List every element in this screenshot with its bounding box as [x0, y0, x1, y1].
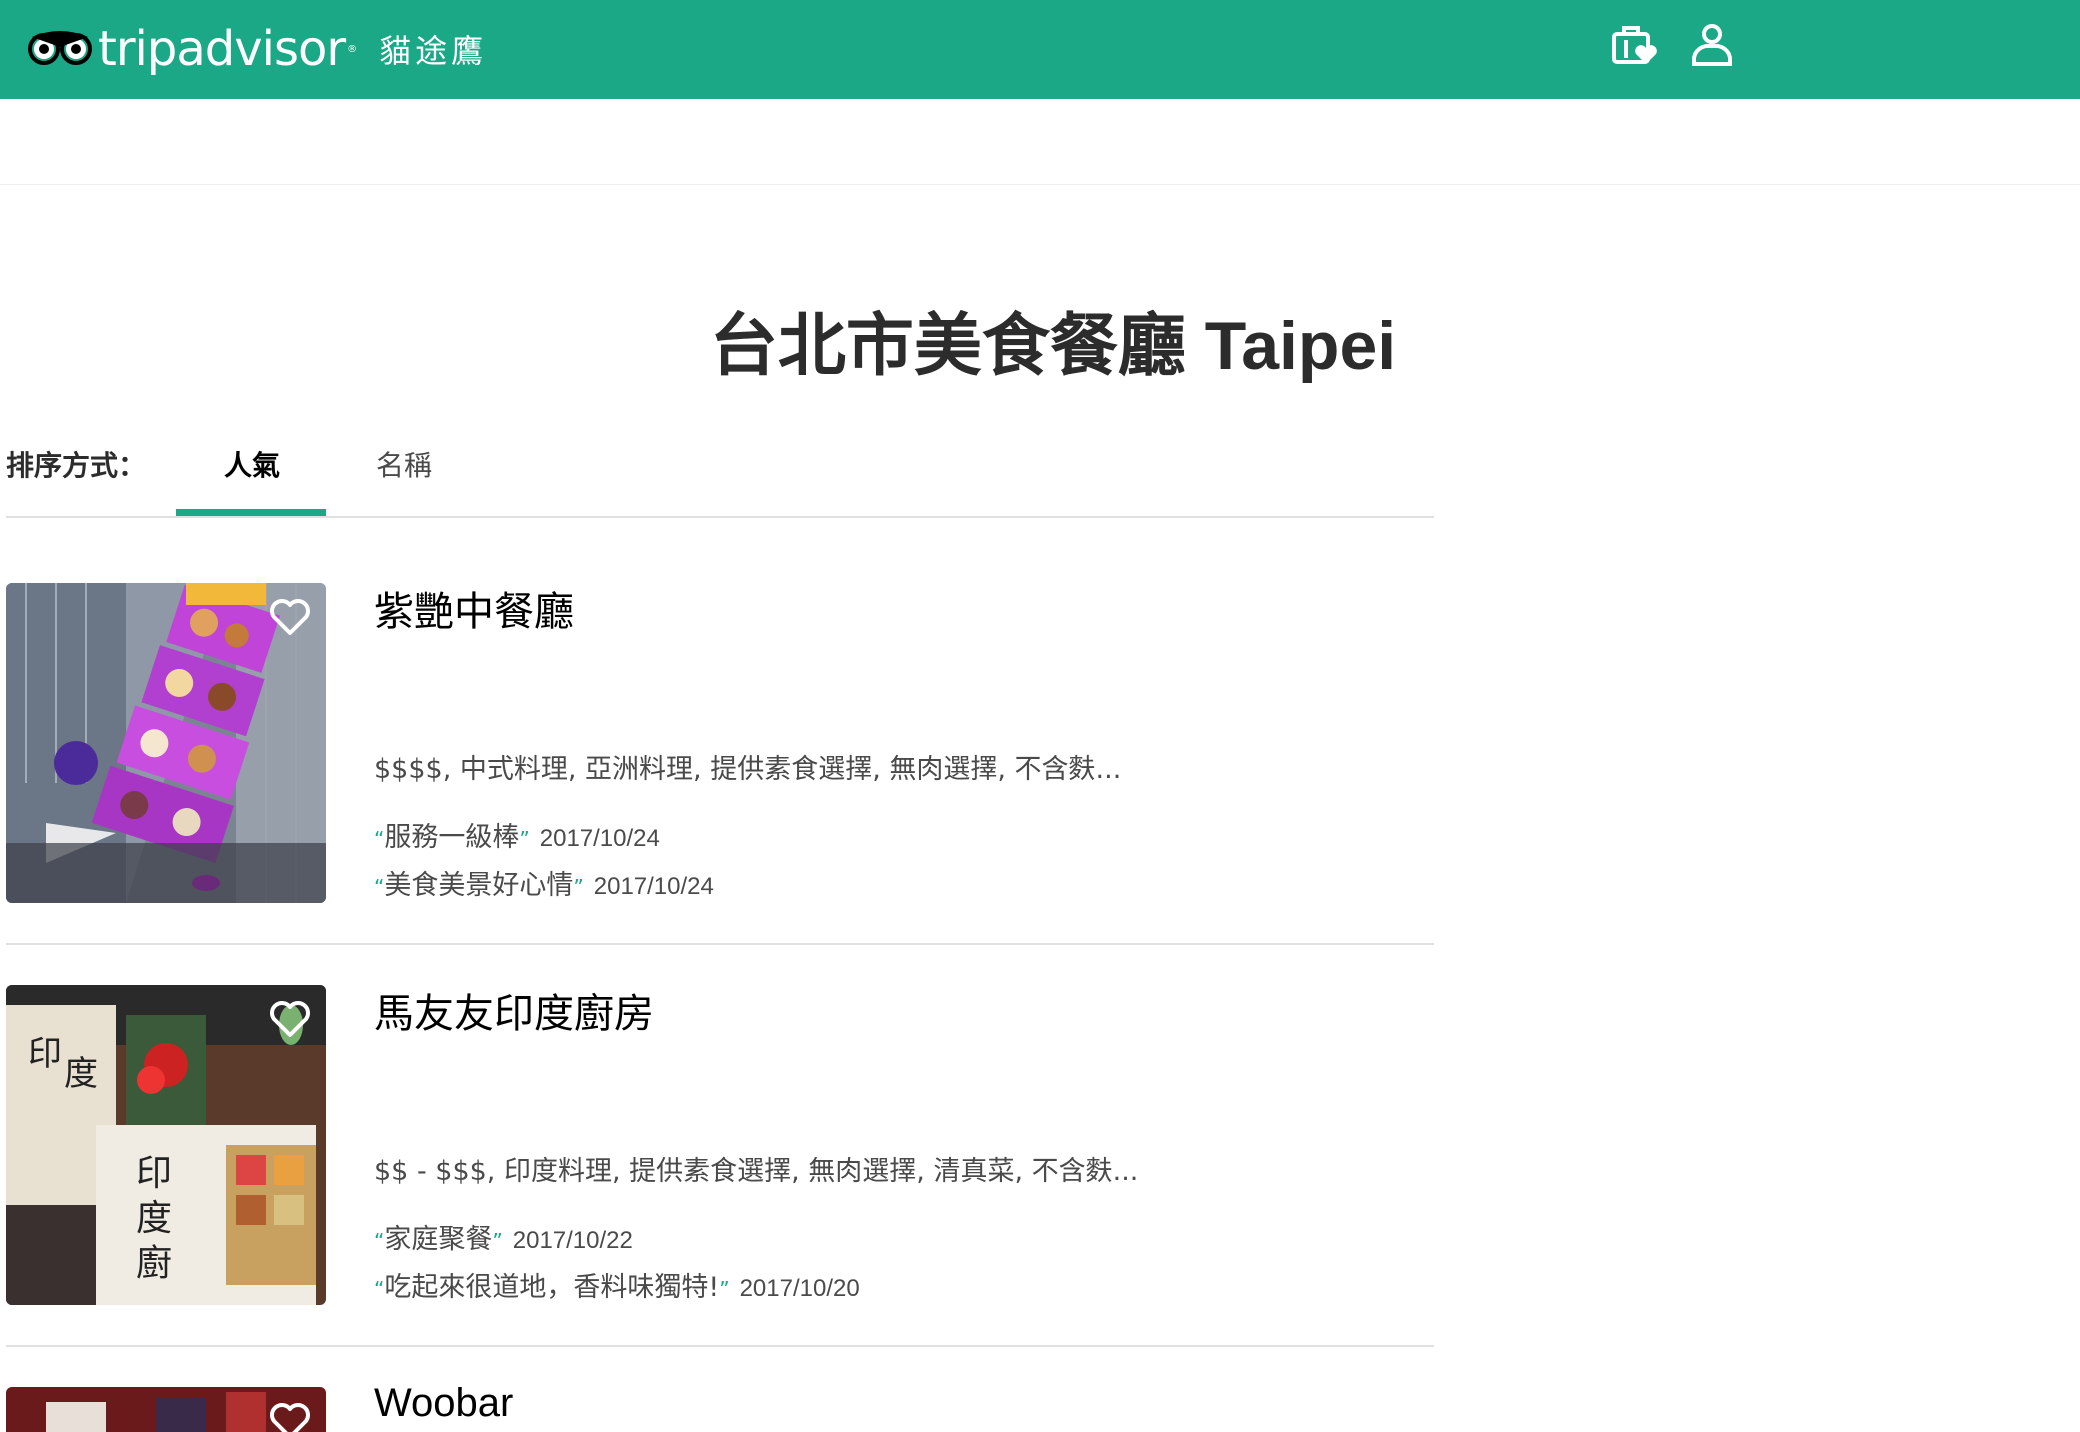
review-text[interactable]: 吃起來很道地，香料味獨特!	[384, 1272, 719, 1303]
quote-open: “	[374, 875, 385, 899]
review-snippet: “家庭聚餐” 2017/10/22	[374, 1217, 633, 1256]
svg-text:印: 印	[28, 1034, 62, 1074]
restaurant-details: $$$$, 中式料理, 亞洲料理, 提供素食選擇, 無肉選擇, 不含麩...	[374, 754, 1122, 785]
review-date: 2017/10/24	[593, 873, 714, 900]
page-title: 台北市美食餐廳 Taipei	[709, 308, 1397, 384]
restaurant-photo[interactable]: 印 度 印 度 廚	[6, 985, 326, 1305]
quote-close: ”	[719, 1277, 730, 1301]
listing-divider	[6, 943, 1434, 945]
svg-text:廚: 廚	[136, 1243, 172, 1284]
sort-label: 排序方式：	[6, 449, 147, 482]
review-text[interactable]: 家庭聚餐	[384, 1224, 492, 1255]
top-navigation-bar: tripadvisor ® 貓途鷹	[0, 0, 2080, 99]
review-text[interactable]: 服務一級棒	[384, 822, 519, 853]
review-text[interactable]: 美食美景好心情	[384, 870, 573, 901]
svg-text:度: 度	[64, 1054, 98, 1094]
owl-logo-icon	[28, 27, 92, 71]
listing-divider	[6, 1345, 1434, 1347]
sort-tab-popularity[interactable]: 人氣	[224, 444, 280, 484]
review-snippet: “美食美景好心情” 2017/10/24	[374, 863, 714, 902]
restaurant-photo[interactable]	[6, 1387, 326, 1432]
restaurant-name[interactable]: 馬友友印度廚房	[374, 981, 654, 1039]
review-date: 2017/10/22	[512, 1227, 633, 1254]
quote-open: “	[374, 1229, 385, 1253]
save-heart-icon[interactable]	[268, 999, 312, 1039]
user-icon[interactable]	[1686, 20, 1738, 72]
brand-name: tripadvisor	[98, 21, 346, 77]
restaurant-details: $$ - $$$, 印度料理, 提供素食選擇, 無肉選擇, 清真菜, 不含麩..…	[374, 1156, 1139, 1187]
sort-divider	[6, 516, 1434, 518]
restaurant-photo[interactable]	[6, 583, 326, 903]
review-date: 2017/10/20	[739, 1275, 860, 1302]
restaurant-name[interactable]: 紫艷中餐廳	[374, 579, 574, 637]
svg-text:印: 印	[136, 1153, 172, 1194]
save-heart-icon[interactable]	[268, 1401, 312, 1432]
registered-mark: ®	[347, 43, 358, 55]
quote-open: “	[374, 1277, 385, 1301]
quote-close: ”	[519, 827, 530, 851]
header-divider	[0, 184, 2080, 185]
quote-open: “	[374, 827, 385, 851]
review-snippet: “服務一級棒” 2017/10/24	[374, 815, 660, 854]
save-heart-icon[interactable]	[268, 597, 312, 637]
review-date: 2017/10/24	[539, 825, 660, 852]
tripadvisor-logo[interactable]: tripadvisor ® 貓途鷹	[28, 14, 487, 84]
review-snippet: “吃起來很道地，香料味獨特!” 2017/10/20	[374, 1265, 860, 1304]
brand-name-chinese: 貓途鷹	[379, 32, 488, 70]
quote-close: ”	[573, 875, 584, 899]
trips-heart-icon[interactable]	[1608, 20, 1660, 72]
sort-tab-name[interactable]: 名稱	[376, 444, 432, 484]
svg-text:度: 度	[136, 1198, 172, 1239]
restaurant-name[interactable]: Woobar	[374, 1381, 513, 1426]
quote-close: ”	[492, 1229, 503, 1253]
